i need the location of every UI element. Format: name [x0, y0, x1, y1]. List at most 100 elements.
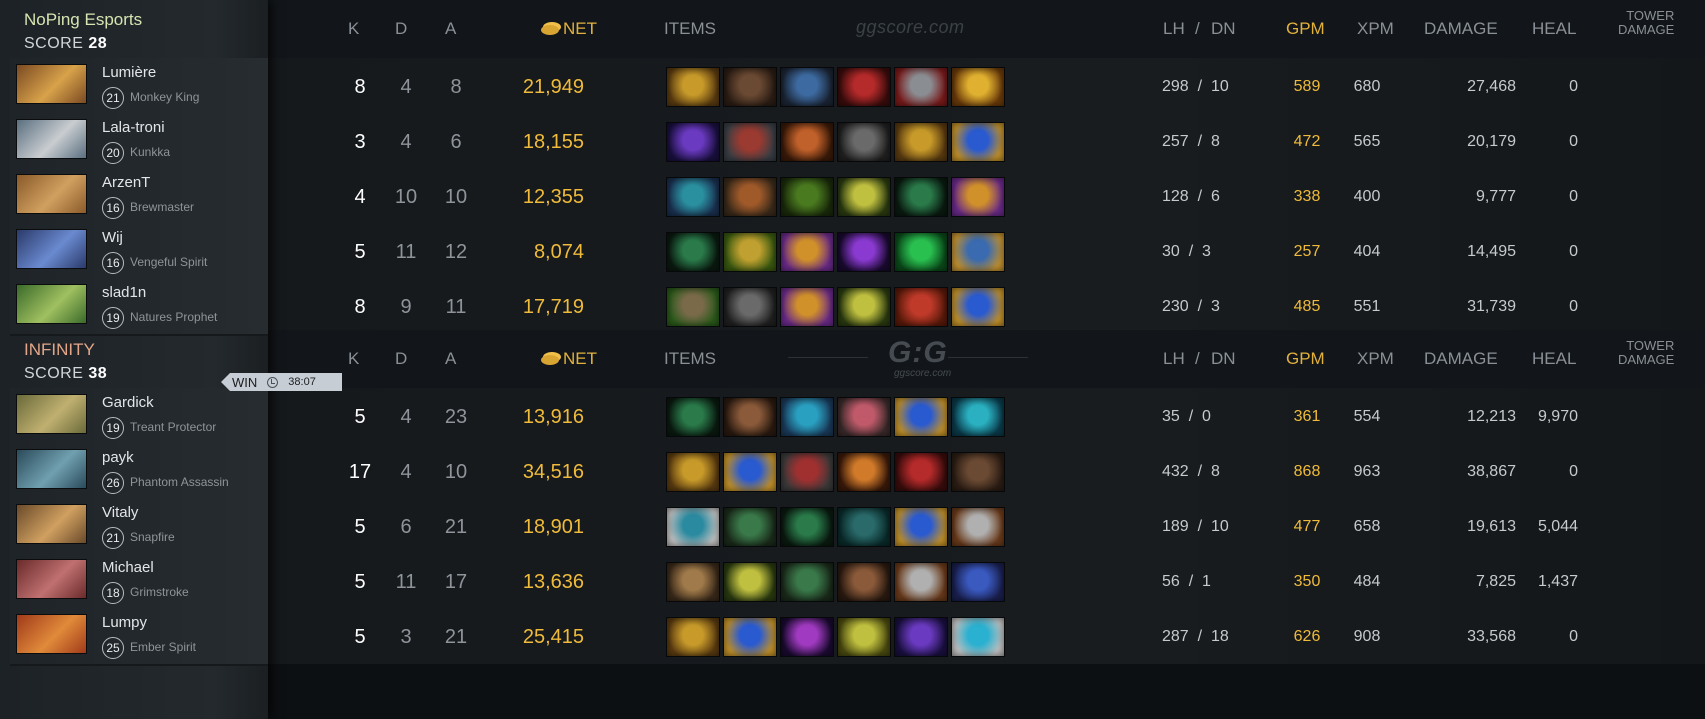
- player-card[interactable]: Lumière 21 Monkey King: [10, 58, 268, 116]
- item-icon[interactable]: [837, 232, 891, 272]
- item-icon[interactable]: [951, 177, 1005, 217]
- deaths: 11: [395, 571, 417, 593]
- item-icon[interactable]: [837, 397, 891, 437]
- denies: 10: [1210, 518, 1229, 535]
- heal: 1,437: [1537, 573, 1578, 590]
- item-icon[interactable]: [894, 287, 948, 327]
- item-icon[interactable]: [780, 617, 834, 657]
- player-card[interactable]: slad1n 19 Natures Prophet: [10, 278, 268, 336]
- item-icon[interactable]: [951, 232, 1005, 272]
- tower-damage: [1575, 278, 1675, 336]
- player-card[interactable]: ArzenT 16 Brewmaster: [10, 168, 268, 226]
- item-icon[interactable]: [666, 452, 720, 492]
- player-card[interactable]: Wij 16 Vengeful Spirit: [10, 223, 268, 281]
- item-icon[interactable]: [780, 232, 834, 272]
- item-icon[interactable]: [894, 232, 948, 272]
- item-icon[interactable]: [780, 452, 834, 492]
- tower-damage: [1575, 223, 1675, 281]
- item-icon[interactable]: [780, 562, 834, 602]
- item-icon[interactable]: [894, 452, 948, 492]
- item-icon[interactable]: [666, 232, 720, 272]
- item-icon[interactable]: [723, 122, 777, 162]
- header-dn: DN: [1211, 19, 1236, 38]
- logo-line-left: [788, 357, 868, 358]
- deaths: 9: [400, 296, 412, 318]
- item-icon[interactable]: [951, 507, 1005, 547]
- item-icon[interactable]: [837, 452, 891, 492]
- player-card[interactable]: Lumpy 25 Ember Spirit: [10, 608, 268, 666]
- item-icon[interactable]: [666, 617, 720, 657]
- player-name: payk: [102, 449, 134, 466]
- item-icon[interactable]: [780, 177, 834, 217]
- result-label: WIN: [232, 374, 258, 390]
- lh-dn-separator: /: [1197, 463, 1203, 480]
- item-icon[interactable]: [666, 67, 720, 107]
- gpm: 472: [1293, 133, 1321, 150]
- player-card[interactable]: Lala-troni 20 Kunkka: [10, 113, 268, 171]
- item-icon[interactable]: [666, 287, 720, 327]
- logo-line-right: [948, 357, 1028, 358]
- item-icon[interactable]: [894, 67, 948, 107]
- item-icon[interactable]: [780, 122, 834, 162]
- item-icon[interactable]: [837, 177, 891, 217]
- item-icon[interactable]: [951, 397, 1005, 437]
- item-icon[interactable]: [837, 617, 891, 657]
- item-icon[interactable]: [723, 617, 777, 657]
- hero-name: Brewmaster: [130, 200, 195, 214]
- deaths: 10: [394, 186, 418, 208]
- item-icon[interactable]: [723, 177, 777, 217]
- item-slots: [666, 232, 1005, 272]
- item-icon[interactable]: [837, 287, 891, 327]
- item-icon[interactable]: [951, 617, 1005, 657]
- item-icon[interactable]: [666, 507, 720, 547]
- item-icon[interactable]: [837, 122, 891, 162]
- item-icon[interactable]: [780, 67, 834, 107]
- item-icon[interactable]: [780, 397, 834, 437]
- item-icon[interactable]: [723, 67, 777, 107]
- header-d: D: [395, 349, 408, 368]
- last-hits: 432: [1162, 463, 1189, 480]
- item-icon[interactable]: [666, 122, 720, 162]
- item-icon[interactable]: [894, 177, 948, 217]
- item-icon[interactable]: [723, 562, 777, 602]
- item-icon[interactable]: [951, 122, 1005, 162]
- item-icon[interactable]: [951, 67, 1005, 107]
- last-hits: 257: [1162, 133, 1189, 150]
- item-icon[interactable]: [894, 507, 948, 547]
- gpm: 361: [1293, 408, 1321, 425]
- item-icon[interactable]: [894, 122, 948, 162]
- item-icon[interactable]: [723, 397, 777, 437]
- player-card[interactable]: Vitaly 21 Snapfire: [10, 498, 268, 556]
- item-icon[interactable]: [723, 232, 777, 272]
- hero-portrait: [16, 614, 87, 654]
- item-icon[interactable]: [666, 177, 720, 217]
- item-icon[interactable]: [780, 287, 834, 327]
- item-icon[interactable]: [894, 562, 948, 602]
- item-icon[interactable]: [951, 287, 1005, 327]
- item-icon[interactable]: [894, 617, 948, 657]
- hero-portrait: [16, 229, 87, 269]
- item-icon[interactable]: [894, 397, 948, 437]
- item-icon[interactable]: [780, 507, 834, 547]
- player-card[interactable]: Gardick 19 Treant Protector: [10, 388, 268, 446]
- item-icon[interactable]: [951, 452, 1005, 492]
- player-card[interactable]: payk 26 Phantom Assassin: [10, 443, 268, 501]
- win-badge: WIN 38:07: [221, 373, 342, 391]
- net-worth: 25,415: [522, 626, 584, 648]
- hero-name: Phantom Assassin: [130, 475, 229, 489]
- header-a: A: [445, 19, 457, 38]
- item-icon[interactable]: [837, 67, 891, 107]
- item-icon[interactable]: [723, 507, 777, 547]
- item-icon[interactable]: [723, 287, 777, 327]
- player-card[interactable]: Michael 18 Grimstroke: [10, 553, 268, 611]
- item-icon[interactable]: [837, 507, 891, 547]
- item-icon[interactable]: [666, 397, 720, 437]
- heal: 9,970: [1537, 408, 1578, 425]
- item-icon[interactable]: [837, 562, 891, 602]
- tower-damage: [1575, 168, 1675, 226]
- item-icon[interactable]: [951, 562, 1005, 602]
- item-icon[interactable]: [666, 562, 720, 602]
- player-stats-row: 8 9 11 17,719 230 / 3 485 551 31,739 0: [268, 278, 1705, 336]
- item-icon[interactable]: [723, 452, 777, 492]
- player-name: slad1n: [102, 284, 147, 301]
